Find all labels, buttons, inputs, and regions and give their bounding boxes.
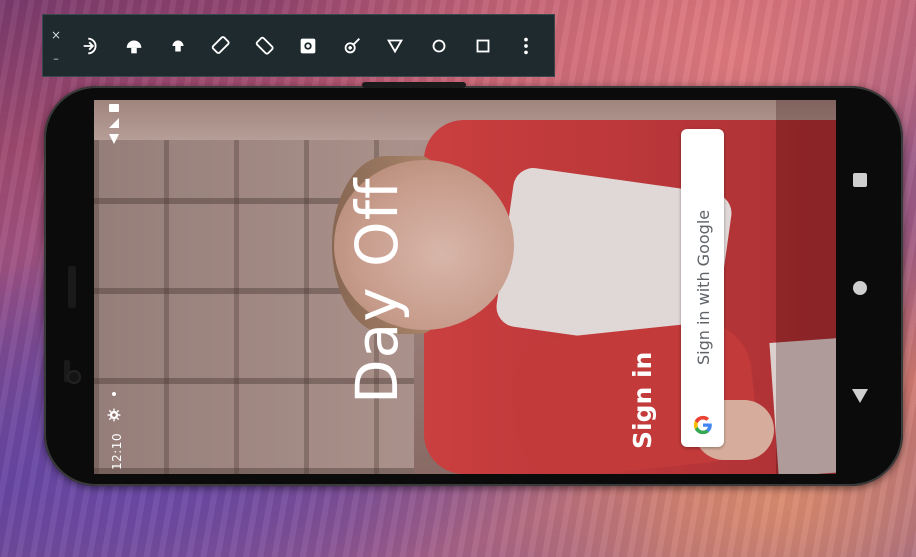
toolbar-window-controls: × – — [43, 15, 69, 76]
battery-icon — [109, 104, 119, 112]
settings-gear-icon — [107, 408, 121, 422]
more-button[interactable] — [511, 31, 541, 61]
status-icons — [109, 104, 119, 144]
nav-recents-icon[interactable] — [853, 173, 867, 187]
power-icon — [83, 37, 97, 54]
volume-down-icon — [172, 40, 184, 51]
wifi-icon — [109, 134, 119, 144]
back-icon — [387, 39, 404, 53]
google-sign-in-label: Sign in with Google — [694, 209, 713, 365]
nav-home-icon[interactable] — [853, 281, 867, 295]
rotate-right-button[interactable] — [250, 31, 280, 61]
zoom-icon — [344, 37, 360, 53]
sign-in-heading: Sign in — [628, 351, 657, 449]
camera-icon — [301, 38, 316, 53]
front-camera — [67, 370, 81, 384]
overview-icon — [476, 39, 489, 52]
phone-speaker — [362, 82, 466, 88]
status-time: 12:10 — [110, 432, 124, 470]
volume-up-icon — [126, 40, 142, 53]
screenshot-button[interactable] — [293, 31, 323, 61]
back-button[interactable] — [380, 31, 410, 61]
rotate-left-button[interactable] — [206, 31, 236, 61]
home-button[interactable] — [424, 31, 454, 61]
signal-icon — [109, 118, 119, 128]
volume-up-button[interactable] — [119, 31, 149, 61]
power-button[interactable] — [76, 31, 106, 61]
home-icon — [432, 39, 446, 52]
phone-side-button — [68, 266, 76, 308]
more-icon — [524, 37, 528, 54]
notification-dot — [112, 392, 116, 396]
close-icon[interactable]: × — [51, 29, 61, 41]
rotate-left-icon — [212, 35, 230, 54]
google-logo-icon — [693, 415, 712, 435]
minimize-icon[interactable]: – — [53, 53, 59, 64]
emulator-toolbar: × – — [42, 14, 555, 77]
nav-back-icon[interactable] — [852, 389, 868, 403]
overview-button[interactable] — [468, 31, 498, 61]
volume-down-button[interactable] — [163, 31, 193, 61]
rotate-right-icon — [255, 36, 274, 55]
app-screen — [94, 100, 836, 474]
zoom-button[interactable] — [337, 31, 367, 61]
background-photo — [94, 100, 836, 474]
app-title: Day Off — [343, 177, 411, 404]
